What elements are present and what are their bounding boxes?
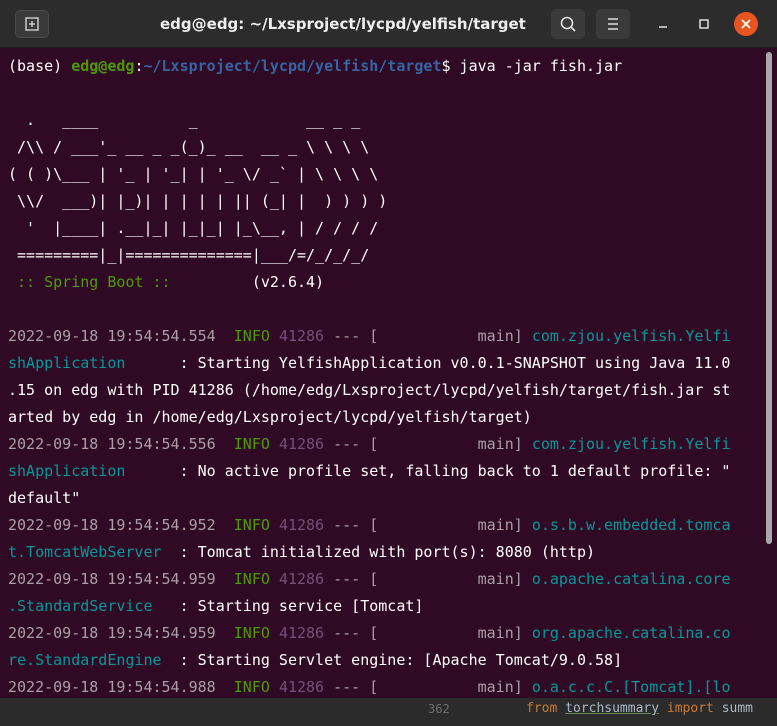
log-line: 2022-09-18 19:54:54.988 INFO 41286 --- [… <box>8 674 731 698</box>
log-logger: shApplication <box>8 462 126 480</box>
log-message: : Tomcat initialized with port(s): 8080 … <box>161 543 596 561</box>
log-logger: o.apache.catalina.core <box>531 570 731 588</box>
vertical-scrollbar[interactable] <box>762 48 777 698</box>
log-line: re.StandardEngine : Starting Servlet eng… <box>8 647 622 674</box>
background-editor-strip: 362 from torchsummary import summ <box>0 698 777 726</box>
log-timestamp: 2022-09-18 19:54:54.952 <box>8 516 216 534</box>
log-pid: 41286 <box>278 570 325 588</box>
editor-code-line: from torchsummary import summ <box>526 698 753 720</box>
log-pid: 41286 <box>278 516 325 534</box>
prompt-path: ~/Lxsproject/lycpd/yelfish/target <box>143 57 442 75</box>
hamburger-menu-icon <box>608 18 618 30</box>
log-logger: com.zjou.yelfish.Yelfi <box>531 327 731 345</box>
banner-line: =========|_|==============|___/=/_/_/_/ <box>8 246 370 264</box>
log-pid: 41286 <box>278 624 325 642</box>
log-message: : No active profile set, falling back to… <box>125 462 731 480</box>
log-level: INFO <box>233 570 270 588</box>
log-thread: main] <box>477 570 523 588</box>
log-line: arted by edg in /home/edg/Lxsproject/lyc… <box>8 408 532 426</box>
log-separator: --- [ <box>333 624 379 642</box>
prompt-user: edg@edg <box>71 57 135 75</box>
log-line: shApplication : Starting YelfishApplicat… <box>8 350 730 377</box>
banner-line: ( ( )\___ | '_ | '_| | '_ \/ _` | \ \ \ … <box>8 165 379 183</box>
log-pid: 41286 <box>278 327 325 345</box>
log-line: shApplication : No active profile set, f… <box>8 458 730 485</box>
log-line: .StandardService : Starting service [Tom… <box>8 593 423 620</box>
terminal-window: edg@edg: ~/Lxsproject/lycpd/yelfish/targ… <box>0 0 777 698</box>
scrollbar-thumb[interactable] <box>766 52 772 544</box>
log-thread: main] <box>477 327 523 345</box>
minimize-icon <box>659 26 667 28</box>
log-separator: --- [ <box>333 435 379 453</box>
log-level: INFO <box>233 327 270 345</box>
spring-boot-line: :: Spring Boot :: (v2.6.4) <box>8 269 324 296</box>
keyword-from: from <box>526 701 558 716</box>
log-level: INFO <box>233 678 270 696</box>
keyword-import: import <box>666 701 714 716</box>
log-timestamp: 2022-09-18 19:54:54.959 <box>8 624 216 642</box>
log-logger: shApplication <box>8 354 126 372</box>
log-separator: --- [ <box>333 327 379 345</box>
log-line: .15 on edg with PID 41286 (/home/edg/Lxs… <box>8 381 731 399</box>
log-thread: main] <box>477 678 523 696</box>
log-level: INFO <box>233 624 270 642</box>
prompt-line: (base) edg@edg:~/Lxsproject/lycpd/yelfis… <box>8 53 622 80</box>
spring-boot-version: (v2.6.4) <box>251 273 325 291</box>
banner-line: /\\ / ___'_ __ _ _(_)_ __ __ _ \ \ \ \ <box>8 138 370 156</box>
prompt-symbol: $ <box>441 57 460 75</box>
new-tab-button[interactable] <box>15 10 49 38</box>
new-tab-icon <box>25 17 39 31</box>
title-bar: edg@edg: ~/Lxsproject/lycpd/yelfish/targ… <box>0 0 777 48</box>
log-line: 2022-09-18 19:54:54.959 INFO 41286 --- [… <box>8 566 731 593</box>
log-logger: com.zjou.yelfish.Yelfi <box>531 435 731 453</box>
log-level: INFO <box>233 516 270 534</box>
log-message: : Starting YelfishApplication v0.0.1-SNA… <box>125 354 731 372</box>
maximize-icon <box>699 19 709 29</box>
close-icon <box>741 19 751 29</box>
log-separator: --- [ <box>333 570 379 588</box>
log-message: : Starting Servlet engine: [Apache Tomca… <box>161 651 623 669</box>
log-line: 2022-09-18 19:54:54.554 INFO 41286 --- [… <box>8 323 731 350</box>
search-icon <box>560 16 576 32</box>
minimize-button[interactable] <box>650 11 676 37</box>
log-logger: o.s.b.w.embedded.tomca <box>531 516 731 534</box>
log-timestamp: 2022-09-18 19:54:54.556 <box>8 435 216 453</box>
log-line: t.TomcatWebServer : Tomcat initialized w… <box>8 539 595 566</box>
close-button[interactable] <box>734 12 758 36</box>
module-name: torchsummary <box>565 701 660 716</box>
log-timestamp: 2022-09-18 19:54:54.554 <box>8 327 216 345</box>
log-timestamp: 2022-09-18 19:54:54.959 <box>8 570 216 588</box>
log-line: 2022-09-18 19:54:54.556 INFO 41286 --- [… <box>8 431 731 458</box>
search-button[interactable] <box>551 9 585 39</box>
spring-boot-label: :: Spring Boot :: <box>8 273 180 291</box>
command-text: java -jar fish.jar <box>459 57 623 75</box>
log-pid: 41286 <box>278 435 325 453</box>
log-line: 2022-09-18 19:54:54.959 INFO 41286 --- [… <box>8 620 731 647</box>
maximize-button[interactable] <box>691 11 717 37</box>
log-logger: org.apache.catalina.co <box>531 624 731 642</box>
editor-line-number: 362 <box>428 702 450 716</box>
prompt-env: (base) <box>8 57 72 75</box>
log-thread: main] <box>477 624 523 642</box>
log-line: default" <box>8 489 81 507</box>
log-separator: --- [ <box>333 516 379 534</box>
terminal-output[interactable]: (base) edg@edg:~/Lxsproject/lycpd/yelfis… <box>0 48 762 698</box>
imported-name: summ <box>721 701 753 716</box>
log-logger: t.TomcatWebServer <box>8 543 162 561</box>
banner-line: . ____ _ __ _ _ <box>8 111 361 129</box>
log-logger: .StandardService <box>8 597 153 615</box>
log-thread: main] <box>477 516 523 534</box>
log-level: INFO <box>233 435 270 453</box>
log-timestamp: 2022-09-18 19:54:54.988 <box>8 678 216 696</box>
log-separator: --- [ <box>333 678 379 696</box>
menu-button[interactable] <box>596 9 630 39</box>
log-message: : Starting service [Tomcat] <box>152 597 424 615</box>
log-logger: o.a.c.c.C.[Tomcat].[lo <box>531 678 731 696</box>
log-line: 2022-09-18 19:54:54.952 INFO 41286 --- [… <box>8 512 731 539</box>
log-logger: re.StandardEngine <box>8 651 162 669</box>
log-thread: main] <box>477 435 523 453</box>
log-pid: 41286 <box>278 678 325 696</box>
banner-line: ' |____| .__|_| |_|_| |_\__, | / / / / <box>8 219 379 237</box>
banner-line: \\/ ___)| |_)| | | | | || (_| | ) ) ) ) <box>8 192 388 210</box>
